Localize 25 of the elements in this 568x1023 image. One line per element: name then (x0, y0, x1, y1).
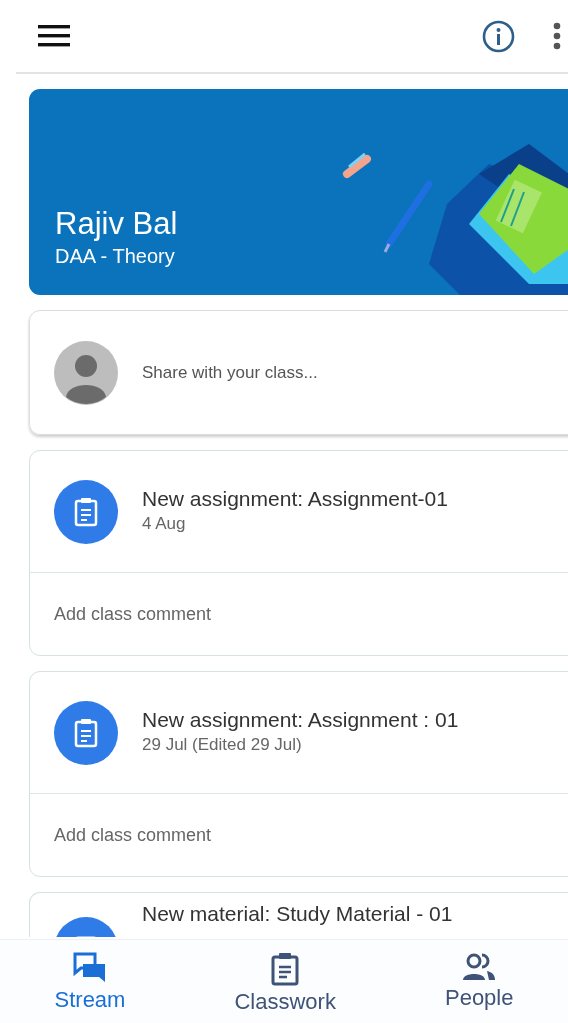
class-banner[interactable]: Rajiv Bal DAA - Theory (29, 89, 568, 295)
post-date: 4 Aug (142, 513, 187, 536)
avatar-icon (54, 340, 118, 405)
post-card[interactable]: New assignment: Assignment-01 4 Aug Add class comment (29, 450, 568, 656)
nav-tab[interactable]: Stream (48, 948, 132, 1013)
share-input-field[interactable]: Share with your class... (142, 359, 402, 386)
nav-tab[interactable]: People (438, 948, 520, 1011)
more-options-icon[interactable] (553, 22, 561, 50)
menu-icon[interactable] (38, 25, 70, 47)
post-title: New assignment: Assignment : 01 (142, 707, 459, 733)
assignment-icon (74, 717, 98, 748)
info-icon[interactable] (482, 19, 515, 53)
nav-tab[interactable]: Classwork (228, 948, 342, 1015)
clipboard-icon (270, 952, 301, 986)
post-title: New assignment: Assignment-01 (142, 486, 448, 512)
post-card[interactable]: New assignment: Assignment : 01 29 Jul (Edited 29 Jul) Add class comment (29, 671, 568, 877)
class-subject: DAA - Theory (55, 244, 176, 269)
comment-input-field[interactable]: Add class comment (54, 600, 314, 628)
chat-icon (72, 952, 107, 984)
comment-input-field[interactable]: Add class comment (54, 821, 314, 849)
post-title: New material: Study Material - 01 (142, 901, 453, 927)
post-date: 29 Jul (Edited 29 Jul) (142, 734, 303, 757)
class-owner-name: Rajiv Bal (55, 206, 179, 241)
people-icon (461, 952, 498, 982)
assignment-icon (74, 496, 98, 527)
